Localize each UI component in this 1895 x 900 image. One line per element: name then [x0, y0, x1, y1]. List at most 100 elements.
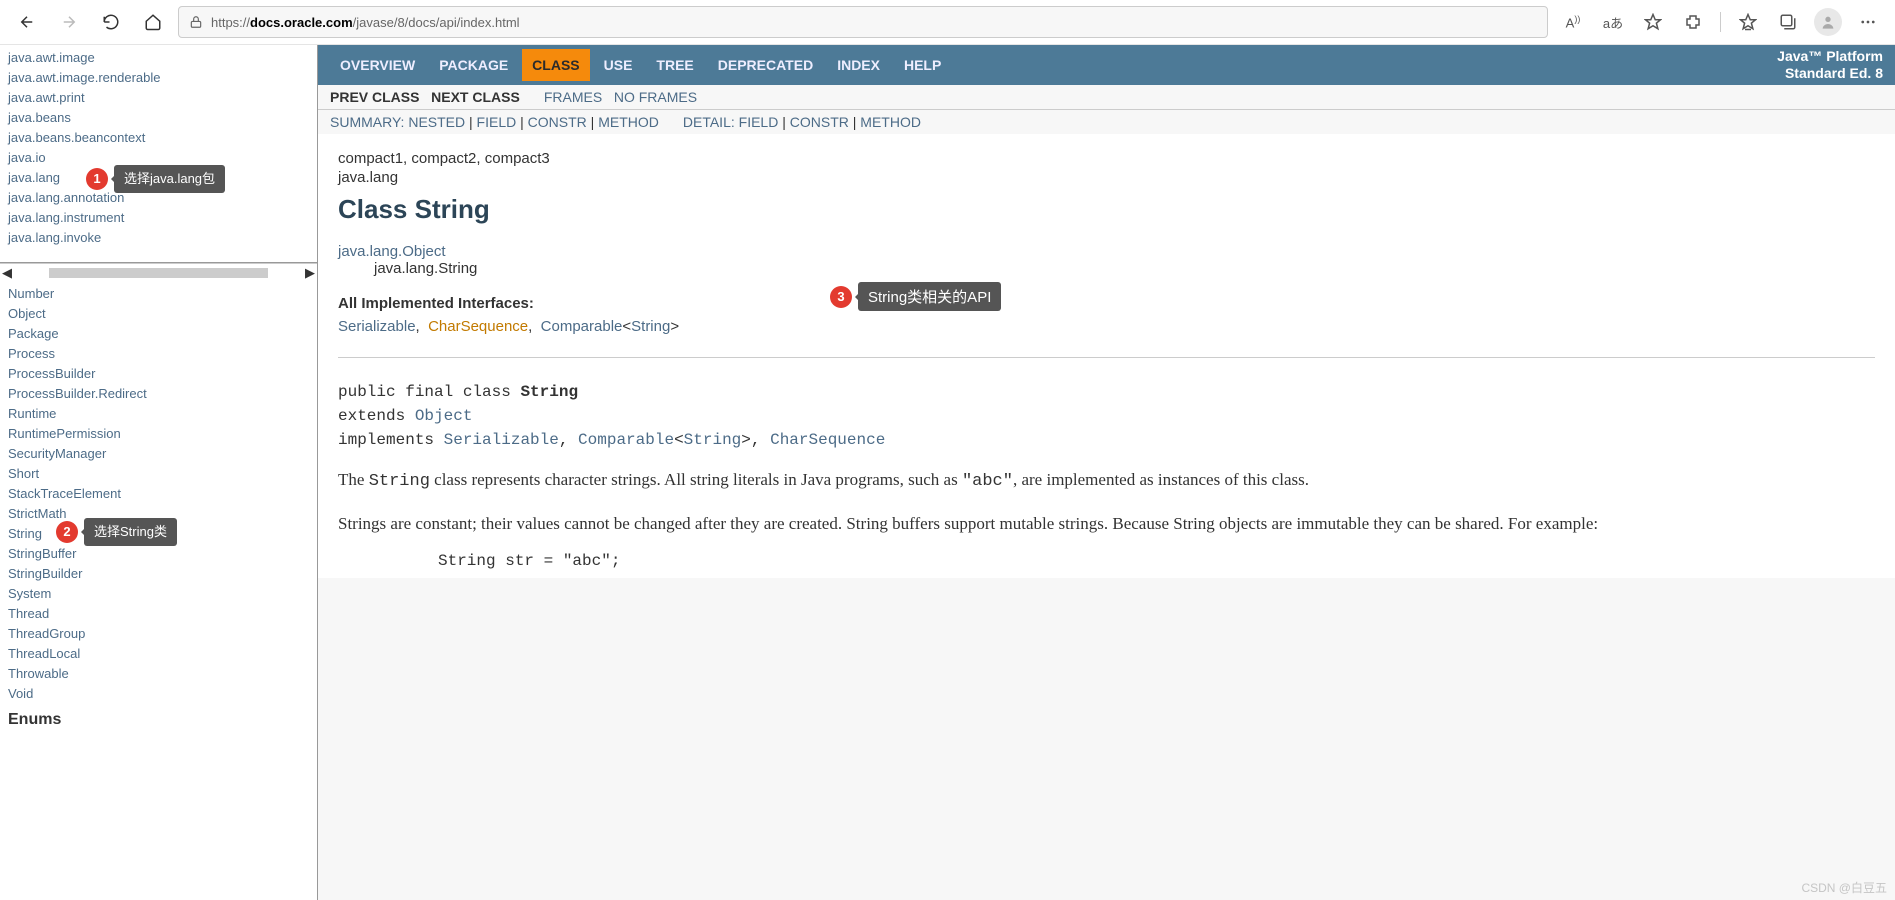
class-item[interactable]: System [8, 584, 309, 604]
home-button[interactable] [136, 5, 170, 39]
profile-button[interactable] [1811, 5, 1845, 39]
tab-class[interactable]: CLASS [522, 49, 589, 81]
inherit-parent-link[interactable]: java.lang.Object [338, 243, 446, 260]
tab-package[interactable]: PACKAGE [429, 49, 518, 81]
collections-button[interactable] [1771, 5, 1805, 39]
comparable-link[interactable]: Comparable [541, 318, 623, 335]
detail-method[interactable]: METHOD [860, 114, 921, 130]
summary-label: SUMMARY: [330, 114, 404, 130]
browser-toolbar: https://docs.oracle.com/javase/8/docs/ap… [0, 0, 1895, 45]
class-item[interactable]: Short [8, 464, 309, 484]
detail-field[interactable]: FIELD [739, 114, 779, 130]
no-frames-link[interactable]: NO FRAMES [614, 89, 697, 105]
class-item[interactable]: Void [8, 684, 309, 704]
next-class-link[interactable]: NEXT CLASS [431, 89, 520, 105]
tab-index[interactable]: INDEX [827, 49, 890, 81]
class-list[interactable]: Number Object Package Process ProcessBui… [0, 281, 317, 900]
tab-tree[interactable]: TREE [646, 49, 703, 81]
class-item[interactable]: ProcessBuilder [8, 364, 309, 384]
class-item[interactable]: StackTraceElement [8, 484, 309, 504]
package-list[interactable]: java.awt.image java.awt.image.renderable… [0, 45, 317, 263]
prev-class-link[interactable]: PREV CLASS [330, 89, 419, 105]
class-item[interactable]: Number [8, 284, 309, 304]
summary-nested: NESTED [408, 114, 465, 130]
impl-serializable-link[interactable]: Serializable [444, 431, 559, 449]
star-list-icon [1739, 13, 1757, 31]
summary-method[interactable]: METHOD [598, 114, 659, 130]
callout-2: 2 选择String类 [56, 518, 177, 546]
package-item[interactable]: java.awt.print [8, 88, 309, 108]
read-aloud-button[interactable]: A)) [1556, 5, 1590, 39]
impl-charsequence-link[interactable]: CharSequence [770, 431, 885, 449]
callout-1: 1 选择java.lang包 [86, 165, 225, 193]
frames-link[interactable]: FRAMES [544, 89, 602, 105]
scroll-thumb[interactable] [49, 268, 268, 278]
forward-button[interactable] [52, 5, 86, 39]
extends-object-link[interactable]: Object [415, 407, 473, 425]
more-button[interactable] [1851, 5, 1885, 39]
callout-3: 3 String类相关的API [830, 282, 1001, 311]
detail-label: DETAIL: [683, 114, 735, 130]
top-nav: OVERVIEW PACKAGE CLASS USE TREE DEPRECAT… [318, 45, 1895, 85]
summary-constr[interactable]: CONSTR [528, 114, 587, 130]
class-item[interactable]: Package [8, 324, 309, 344]
impl-comparable-link[interactable]: Comparable [578, 431, 674, 449]
back-button[interactable] [10, 5, 44, 39]
package-item[interactable]: java.lang.instrument [8, 208, 309, 228]
extensions-button[interactable] [1676, 5, 1710, 39]
class-item[interactable]: Runtime [8, 404, 309, 424]
text-size-icon: A)) [1566, 14, 1581, 30]
detail-constr[interactable]: CONSTR [790, 114, 849, 130]
class-item[interactable]: ThreadGroup [8, 624, 309, 644]
callout-label: 选择String类 [84, 518, 177, 546]
tab-use[interactable]: USE [594, 49, 643, 81]
tab-deprecated[interactable]: DEPRECATED [708, 49, 823, 81]
content-pane[interactable]: OVERVIEW PACKAGE CLASS USE TREE DEPRECAT… [318, 45, 1895, 900]
class-item[interactable]: Process [8, 344, 309, 364]
class-item[interactable]: ProcessBuilder.Redirect [8, 384, 309, 404]
enums-header: Enums [8, 710, 309, 730]
main-frame: java.awt.image java.awt.image.renderable… [0, 45, 1895, 900]
sub-nav-1: PREV CLASS NEXT CLASS FRAMES NO FRAMES [318, 85, 1895, 109]
watermark: CSDN @白豆五 [1801, 879, 1887, 896]
class-item[interactable]: ThreadLocal [8, 644, 309, 664]
scroll-right-icon[interactable]: ▶ [305, 265, 315, 281]
package-item[interactable]: java.awt.image [8, 48, 309, 68]
package-item[interactable]: java.awt.image.renderable [8, 68, 309, 88]
home-icon [144, 13, 162, 31]
tab-help[interactable]: HELP [894, 49, 951, 81]
sidebar: java.awt.image java.awt.image.renderable… [0, 45, 318, 900]
arrow-right-icon [60, 13, 78, 31]
summary-field[interactable]: FIELD [477, 114, 517, 130]
platform-label: Java™ Platform Standard Ed. 8 [1777, 48, 1883, 82]
favorite-button[interactable] [1636, 5, 1670, 39]
class-item[interactable]: Object [8, 304, 309, 324]
class-item[interactable]: Throwable [8, 664, 309, 684]
favorites-list-button[interactable] [1731, 5, 1765, 39]
package-item[interactable]: java.beans.beancontext [8, 128, 309, 148]
tab-overview[interactable]: OVERVIEW [330, 49, 425, 81]
package-line: java.lang [338, 169, 1875, 186]
class-item[interactable]: StringBuffer [8, 544, 309, 564]
class-item[interactable]: StringBuilder [8, 564, 309, 584]
refresh-button[interactable] [94, 5, 128, 39]
serializable-link[interactable]: Serializable [338, 318, 416, 335]
class-item[interactable]: SecurityManager [8, 444, 309, 464]
package-item[interactable]: java.beans [8, 108, 309, 128]
class-item[interactable]: Thread [8, 604, 309, 624]
package-scrollbar[interactable]: ◀▶ [0, 263, 317, 281]
class-item[interactable]: RuntimePermission [8, 424, 309, 444]
impl-comparable-param-link[interactable]: String [684, 431, 742, 449]
address-bar[interactable]: https://docs.oracle.com/javase/8/docs/ap… [178, 6, 1548, 38]
compact-line: compact1, compact2, compact3 [338, 150, 1875, 167]
package-item[interactable]: java.lang.invoke [8, 228, 309, 248]
url-text: https://docs.oracle.com/javase/8/docs/ap… [211, 15, 520, 30]
toolbar-right: A)) aあ [1556, 5, 1885, 39]
charsequence-link[interactable]: CharSequence [428, 318, 528, 335]
translate-button[interactable]: aあ [1596, 5, 1630, 39]
dots-icon [1859, 13, 1877, 31]
toolbar-divider [1720, 12, 1721, 32]
implemented-label: All Implemented Interfaces: [338, 295, 1875, 312]
comparable-param-link[interactable]: String [631, 318, 670, 335]
scroll-left-icon[interactable]: ◀ [2, 265, 12, 281]
